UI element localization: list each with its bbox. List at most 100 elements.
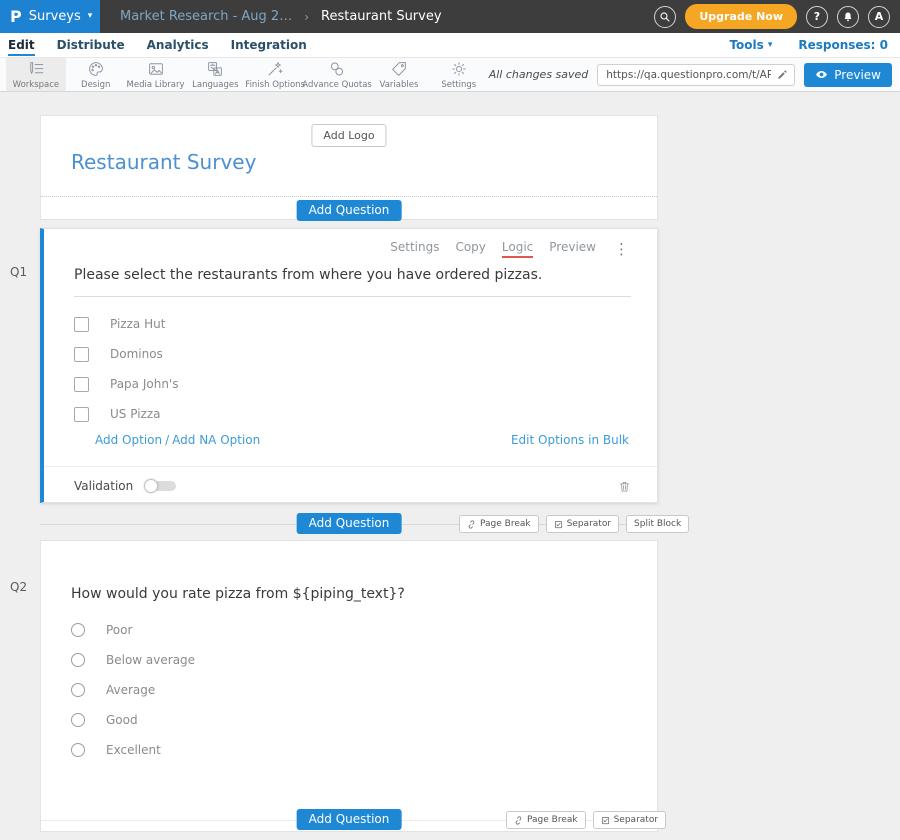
toolbar-item-label: Design: [81, 80, 110, 90]
magic-wand-icon: [266, 60, 284, 78]
tools-menu[interactable]: Tools ▾: [729, 38, 772, 52]
share-url-input[interactable]: [604, 68, 773, 82]
checkbox[interactable]: [74, 407, 89, 422]
add-na-option-link[interactable]: Add NA Option: [172, 433, 260, 447]
validation-toggle[interactable]: [144, 479, 177, 493]
add-option-link[interactable]: Add Option: [95, 433, 162, 447]
search-button[interactable]: [654, 6, 676, 28]
breadcrumb-folder[interactable]: Market Research - Aug 2…: [120, 9, 292, 24]
menu-item-preview[interactable]: Preview: [549, 240, 596, 258]
menu-item-copy[interactable]: Copy: [455, 240, 485, 258]
toolbar-item-label: Workspace: [13, 80, 59, 90]
tab-edit[interactable]: Edit: [8, 34, 35, 56]
add-question-button-middle[interactable]: Add Question: [297, 513, 402, 534]
option-row: Pizza Hut: [74, 309, 627, 339]
add-question-button-bottom[interactable]: Add Question: [297, 809, 402, 830]
trash-icon: [618, 479, 631, 494]
page-break-button[interactable]: Page Break: [506, 811, 586, 829]
checkbox[interactable]: [74, 317, 89, 332]
insert-row: Add Question Page Break Separator Split …: [40, 513, 658, 535]
separator-icon: [554, 520, 563, 529]
responses-count[interactable]: Responses: 0: [798, 38, 888, 52]
avatar[interactable]: A: [868, 6, 890, 28]
radio-button[interactable]: [71, 623, 85, 637]
page-break-button[interactable]: Page Break: [459, 515, 539, 533]
radio-button[interactable]: [71, 653, 85, 667]
page-break-label: Page Break: [527, 815, 578, 825]
toolbar-item-settings[interactable]: Settings: [429, 58, 489, 91]
toolbar-item-languages[interactable]: Languages: [185, 58, 245, 91]
page-break-icon: [467, 520, 476, 529]
question-text-q1[interactable]: Please select the restaurants from where…: [74, 267, 631, 297]
option-row: Poor: [71, 615, 627, 645]
palette-icon: [87, 60, 105, 78]
help-button[interactable]: ?: [806, 6, 828, 28]
edit-url-pencil-icon[interactable]: [777, 69, 788, 80]
toolbar-item-finish-options[interactable]: Finish Options: [245, 58, 305, 91]
edit-options-in-bulk-link[interactable]: Edit Options in Bulk: [511, 433, 629, 447]
option-row: Below average: [71, 645, 627, 675]
question-number-q1: Q1: [10, 265, 27, 279]
toolbar-item-media-library[interactable]: Media Library: [126, 58, 186, 91]
nav-tabs: Edit Distribute Analytics Integration: [0, 34, 307, 56]
checkbox[interactable]: [74, 347, 89, 362]
radio-button[interactable]: [71, 743, 85, 757]
delete-question-button[interactable]: [618, 479, 631, 494]
header-actions: Upgrade Now ? A: [654, 0, 900, 33]
option-row: Average: [71, 675, 627, 705]
link-separator: /: [165, 433, 169, 447]
option-label: Dominos: [110, 347, 163, 361]
toolbar-item-label: Settings: [441, 80, 476, 90]
option-label: Average: [106, 683, 155, 697]
toolbar-item-label: Variables: [380, 80, 419, 90]
option-row: US Pizza: [74, 399, 627, 429]
option-row: Papa John's: [74, 369, 627, 399]
notifications-button[interactable]: [837, 6, 859, 28]
top-header: P Surveys ▾ Market Research - Aug 2… › R…: [0, 0, 900, 33]
menu-item-logic[interactable]: Logic: [502, 240, 533, 258]
add-logo-button[interactable]: Add Logo: [311, 124, 386, 147]
survey-title[interactable]: Restaurant Survey: [71, 150, 256, 174]
option-label: Good: [106, 713, 138, 727]
toolbar-item-variables[interactable]: Variables: [369, 58, 429, 91]
option-links: Add Option/Add NA Option: [95, 433, 260, 447]
toolbar-item-design[interactable]: Design: [66, 58, 126, 91]
tab-integration[interactable]: Integration: [231, 34, 307, 56]
radio-button[interactable]: [71, 683, 85, 697]
gear-icon: [450, 60, 468, 78]
radio-option-list: Poor Below average Average Good Excellen…: [71, 615, 627, 765]
product-menu[interactable]: P Surveys ▾: [0, 0, 100, 33]
image-icon: [147, 60, 165, 78]
validation-row: Validation: [74, 476, 631, 496]
add-question-button-top[interactable]: Add Question: [297, 200, 402, 221]
chevron-down-icon: ▾: [88, 12, 93, 21]
option-label: Pizza Hut: [110, 317, 165, 331]
upgrade-now-button[interactable]: Upgrade Now: [685, 4, 797, 29]
search-icon: [659, 11, 671, 23]
app-root: P Surveys ▾ Market Research - Aug 2… › R…: [0, 0, 900, 840]
option-actions-row: Add Option/Add NA Option Edit Options in…: [95, 433, 629, 447]
toolbar-item-workspace[interactable]: Workspace: [6, 58, 66, 91]
product-menu-label: Surveys: [29, 9, 81, 24]
option-label: Excellent: [106, 743, 161, 757]
checkbox-option-list: Pizza Hut Dominos Papa John's US Pizza: [74, 309, 627, 429]
question-card-q2: How would you rate pizza from ${piping_t…: [40, 540, 658, 832]
menu-item-settings[interactable]: Settings: [390, 240, 439, 258]
checkbox[interactable]: [74, 377, 89, 392]
separator-button[interactable]: Separator: [593, 811, 666, 829]
radio-button[interactable]: [71, 713, 85, 727]
tab-analytics[interactable]: Analytics: [147, 34, 209, 56]
option-label: Poor: [106, 623, 132, 637]
toolbar-item-advance-quotas[interactable]: Advance Quotas: [305, 58, 369, 91]
separator-button[interactable]: Separator: [546, 515, 619, 533]
preview-button[interactable]: Preview: [804, 63, 892, 87]
chain-links-icon: [328, 60, 346, 78]
workspace-icon: [27, 60, 45, 78]
question-text-q2[interactable]: How would you rate pizza from ${piping_t…: [71, 586, 631, 602]
kebab-menu-icon[interactable]: ⋮: [614, 242, 629, 257]
eye-icon: [815, 68, 828, 81]
question-menu: Settings Copy Logic Preview ⋮: [390, 240, 629, 258]
split-block-button[interactable]: Split Block: [626, 515, 689, 533]
tab-distribute[interactable]: Distribute: [57, 34, 125, 56]
option-label: Below average: [106, 653, 195, 667]
